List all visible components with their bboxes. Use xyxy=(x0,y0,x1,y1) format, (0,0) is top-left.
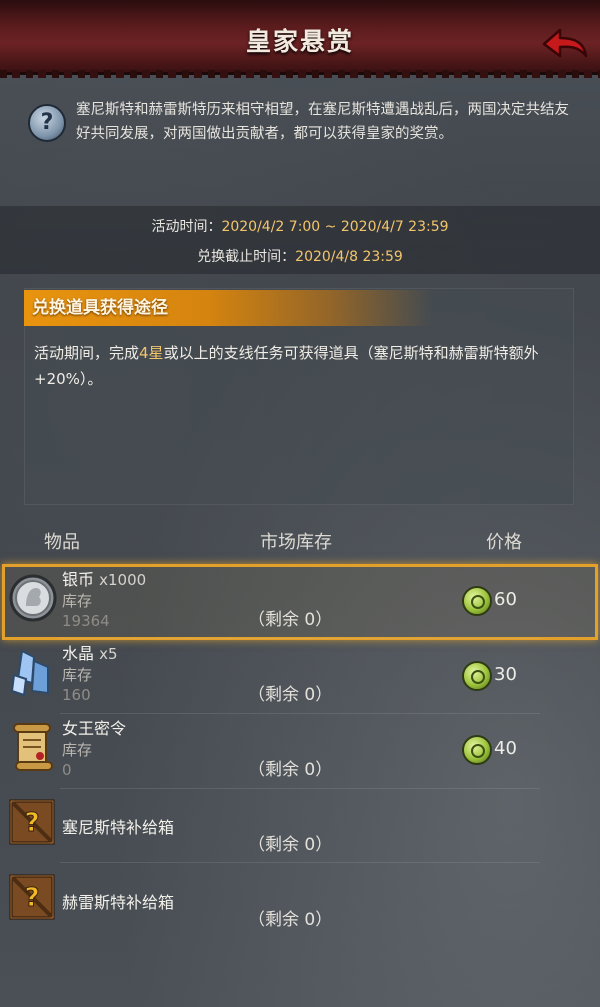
help-button[interactable]: ? xyxy=(28,104,66,142)
panel-body-highlight: 4星 xyxy=(139,344,164,362)
event-time-value: 2020/4/2 7:00 ~ 2020/4/7 23:59 xyxy=(221,219,449,235)
back-button[interactable] xyxy=(540,24,590,64)
item-qty-silver: x1000 xyxy=(99,571,147,589)
price-silver: 60 xyxy=(494,589,517,610)
remain-silver: （剩余 0） xyxy=(248,610,333,630)
price-coin-icon xyxy=(462,661,492,691)
acquire-panel-title: 兑换道具获得途径 xyxy=(24,290,432,326)
row-divider xyxy=(60,713,540,714)
stock-label-crystal: 库存 xyxy=(62,666,93,684)
item-qty-crystal: x5 xyxy=(99,645,118,663)
event-description: 塞尼斯特和赫雷斯特历来相守相望，在塞尼斯特遭遇战乱后，两国决定共结友好共同发展，… xyxy=(76,102,569,142)
remain-crystal: （剩余 0） xyxy=(248,685,333,705)
silver-coin-icon xyxy=(9,574,57,622)
stock-value-silver: 19364 xyxy=(62,612,110,630)
item-name-queen-order-text: 女王密令 xyxy=(62,719,127,738)
torn-edge xyxy=(0,70,600,78)
stock-label-silver: 库存 xyxy=(62,592,93,610)
svg-text:?: ? xyxy=(24,808,39,838)
stock-value-crystal: 160 xyxy=(62,686,91,704)
column-item: 物品 xyxy=(44,532,80,553)
svg-text:?: ? xyxy=(24,883,39,913)
column-price: 价格 xyxy=(486,532,522,553)
price-crystal: 30 xyxy=(494,664,517,685)
item-name-queen-order: 女王密令 xyxy=(62,715,126,739)
panel-body-text-a: 活动期间，完成 xyxy=(34,344,140,362)
crystal-icon xyxy=(10,649,49,697)
price-coin-icon xyxy=(462,735,492,765)
remain-heleste-box: （剩余 0） xyxy=(248,910,333,930)
stock-value-queen-order: 0 xyxy=(62,761,72,779)
event-time-row: 活动时间：2020/4/2 7:00 ~ 2020/4/7 23:59 xyxy=(0,216,600,236)
item-name-silver: 银币 x1000 xyxy=(62,566,146,590)
price-coin-icon xyxy=(462,586,492,616)
deadline-label: 兑换截止时间： xyxy=(197,249,296,265)
deadline-value: 2020/4/8 23:59 xyxy=(295,249,403,265)
item-name-seniste-box: 塞尼斯特补给箱 xyxy=(62,818,175,837)
scroll-icon xyxy=(13,723,53,771)
row-divider xyxy=(60,638,540,639)
mystery-box-icon: ? xyxy=(9,799,55,845)
mystery-box-icon: ? xyxy=(9,874,55,920)
row-divider xyxy=(60,788,540,789)
column-stock: 市场库存 xyxy=(260,532,332,553)
back-arrow-icon xyxy=(542,28,588,58)
stock-label-queen-order: 库存 xyxy=(62,741,93,759)
item-name-heleste-box: 赫雷斯特补给箱 xyxy=(62,893,175,912)
deadline-row: 兑换截止时间：2020/4/8 23:59 xyxy=(0,246,600,266)
remain-seniste-box: （剩余 0） xyxy=(248,835,333,855)
event-time-label: 活动时间： xyxy=(151,219,222,235)
remain-queen-order: （剩余 0） xyxy=(248,760,333,780)
column-headers: 物品 市场库存 价格 xyxy=(0,520,600,560)
item-name-crystal: 水晶 x5 xyxy=(62,640,118,664)
item-name-silver-text: 银币 xyxy=(62,570,95,589)
page-title: 皇家悬赏 xyxy=(245,27,354,56)
item-name-crystal-text: 水晶 xyxy=(62,644,95,663)
price-queen-order: 40 xyxy=(494,738,517,759)
acquire-panel-body: 活动期间，完成4星或以上的支线任务可获得道具（塞尼斯特和赫雷斯特额外+20%）。 xyxy=(34,340,564,392)
row-divider xyxy=(60,862,540,863)
